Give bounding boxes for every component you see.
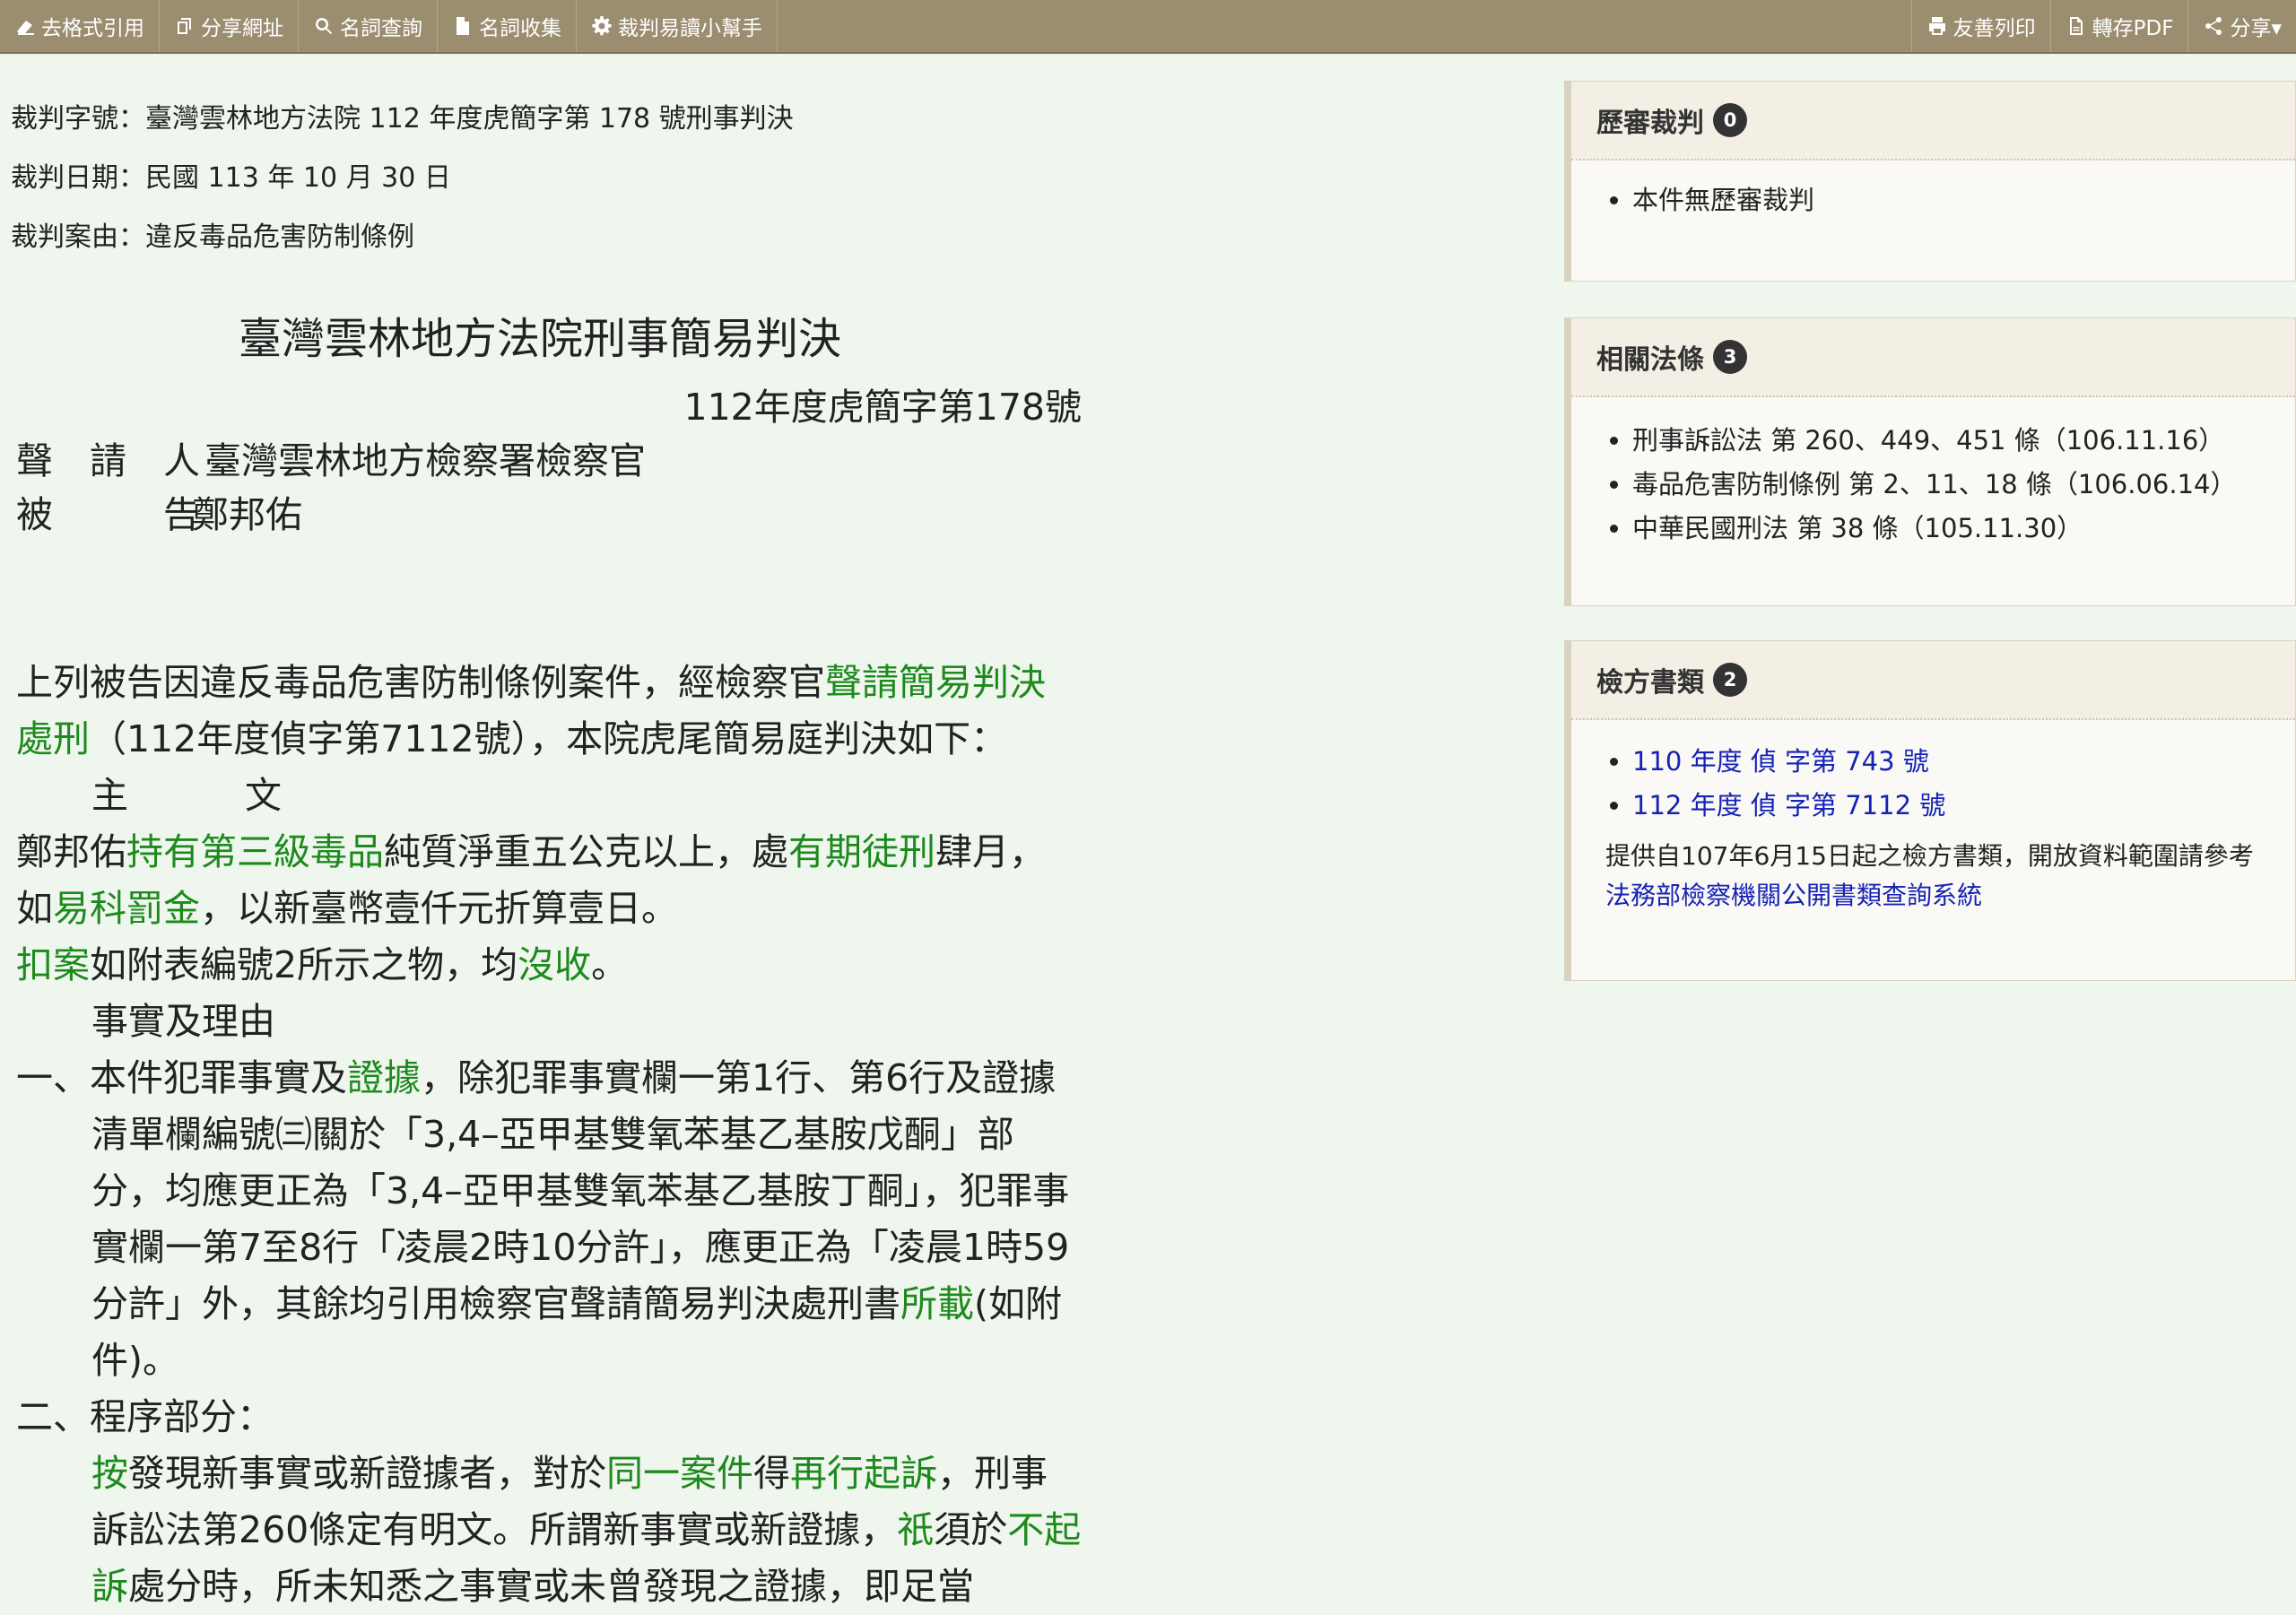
petitioner-label: 聲 請 人 [16,439,200,482]
petitioner-name: 臺灣雲林地方檢察署檢察官 [204,439,646,482]
term-link[interactable]: 同一案件 [606,1452,753,1495]
toolbar: 去格式引用 分享網址 名詞查詢 名詞收集 裁判易讀小幫手 友善列印 轉存PDF [0,0,2296,54]
meta-cause: 裁判案由：違反毒品危害防制條例 [11,221,414,253]
print-button[interactable]: 友善列印 [1910,0,2050,52]
judgment-meta: 裁判字號：臺灣雲林地方法院 112 年度虎簡字第 178 號刑事判決 裁判日期：… [11,90,794,267]
prosecutor-documents-note: 提供自107年6月15日起之檢方書類，開放資料範圍請參考法務部檢察機關公開書類查… [1605,841,2254,910]
term-link[interactable]: 按 [91,1452,128,1495]
count-badge: 2 [1713,663,1747,697]
count-badge: 0 [1713,103,1747,137]
defendant-name: 鄭邦佑 [192,493,302,536]
prior-judgments-list: 本件無歷審裁判 [1571,161,2295,222]
term-link[interactable]: 證據 [347,1056,421,1099]
term-collect-button[interactable]: 名詞收集 [438,0,577,52]
related-laws-panel: 相關法條3 刑事訴訟法 第 260、449、451 條（106.11.16） 毒… [1564,317,2296,606]
document-link[interactable]: 110 年度 偵 字第 743 號 [1632,746,1929,777]
save-pdf-button[interactable]: 轉存PDF [2049,0,2188,52]
court-title: 臺灣雲林地方法院刑事簡易判決 [239,314,842,364]
term-link[interactable]: 扣案 [16,943,90,986]
toolbar-left: 去格式引用 分享網址 名詞查詢 名詞收集 裁判易讀小幫手 [0,0,778,52]
gear-icon [592,16,612,36]
defendant-line: 被 告鄭邦佑 [16,484,302,538]
main-sentence-1: 鄭邦佑持有第三級毒品純質淨重五公克以上，處有期徒刑肆月，如易科罰金，以新臺幣壹仟… [16,830,1046,930]
item-2-body: 按發現新事實或新證據者，對於同一案件得再行起訴，刑事訴訟法第260條定有明文。所… [91,1452,1082,1608]
law-item[interactable]: 刑事訴訟法 第 260、449、451 條（106.11.16） [1632,419,2295,463]
copy-link-icon [178,18,191,34]
share-icon [2205,17,2222,35]
prior-judgments-panel: 歷審裁判0 本件無歷審裁判 [1564,81,2296,282]
term-link[interactable]: 易科罰金 [53,887,200,930]
share-menu-button[interactable]: 分享▾ [2187,0,2296,52]
related-laws-list: 刑事訴訟法 第 260、449、451 條（106.11.16） 毒品危害防制條… [1571,397,2295,551]
document-icon [457,17,469,35]
list-item: 本件無歷審裁判 [1632,178,2295,222]
main-sentence-2: 扣案如附表編號2所示之物，均沒收。 [16,943,629,986]
term-link[interactable]: 有期徒刑 [788,830,935,873]
term-link[interactable]: 祇 [897,1508,934,1551]
share-url-button[interactable]: 分享網址 [160,0,299,52]
panel-header: 檢方書類 2 [1571,641,2295,720]
term-link[interactable]: 持有第三級毒品 [126,830,384,873]
law-item[interactable]: 中華民國刑法 第 38 條（105.11.30） [1632,507,2295,551]
defendant-label: 被 告 [16,493,200,536]
easy-read-helper-button[interactable]: 裁判易讀小幫手 [577,0,778,52]
judgment-body: 上列被告因違反毒品危害防制條例案件，經檢察官聲請簡易判決處刑（112年度偵字第7… [16,655,1082,1615]
count-badge: 3 [1713,340,1747,374]
term-search-button[interactable]: 名詞查詢 [299,0,438,52]
panel-header: 相關法條 3 [1571,318,2295,397]
remove-format-cite-button[interactable]: 去格式引用 [0,0,160,52]
panel-header: 歷審裁判 0 [1571,82,2295,161]
document-link[interactable]: 112 年度 偵 字第 7112 號 [1632,790,1945,821]
term-link[interactable]: 沒收 [517,943,591,986]
term-link[interactable]: 再行起訴 [790,1452,937,1495]
prosecutor-documents-list: 110 年度 偵 字第 743 號 112 年度 偵 字第 7112 號 [1571,720,2295,828]
meta-case-number: 裁判字號：臺灣雲林地方法院 112 年度虎簡字第 178 號刑事判決 [11,103,794,135]
facts-heading: 事實及理由 [91,1000,275,1043]
moj-search-link[interactable]: 法務部檢察機關公開書類查詢系統 [1605,881,1982,910]
search-icon [316,18,333,35]
toolbar-right: 友善列印 轉存PDF 分享▾ [1910,0,2296,52]
document-item: 110 年度 偵 字第 743 號 [1632,740,2295,784]
eraser-icon [17,21,34,35]
intro-paragraph: 上列被告因違反毒品危害防制條例案件，經檢察官聲請簡易判決處刑（112年度偵字第7… [16,661,1046,760]
case-number: 112年度虎簡字第178號 [683,386,1082,429]
law-item[interactable]: 毒品危害防制條例 第 2、11、18 條（106.06.14） [1632,463,2295,507]
term-link[interactable]: 所載 [900,1282,974,1325]
main-heading: 主文 [91,774,282,817]
print-icon [1928,17,1945,35]
meta-date: 裁判日期：民國 113 年 10 月 30 日 [11,162,451,194]
item-1: 一、本件犯罪事實及證據，除犯罪事實欄一第1行、第6行及證據清單欄編號㈢關於「3,… [16,1056,1070,1382]
item-2-heading: 二、程序部分： [16,1395,274,1438]
document-item: 112 年度 偵 字第 7112 號 [1632,784,2295,828]
prosecutor-documents-panel: 檢方書類2 110 年度 偵 字第 743 號 112 年度 偵 字第 7112… [1564,640,2296,981]
petitioner-line: 聲 請 人臺灣雲林地方檢察署檢察官 [16,430,646,484]
pdf-icon [2069,17,2083,35]
